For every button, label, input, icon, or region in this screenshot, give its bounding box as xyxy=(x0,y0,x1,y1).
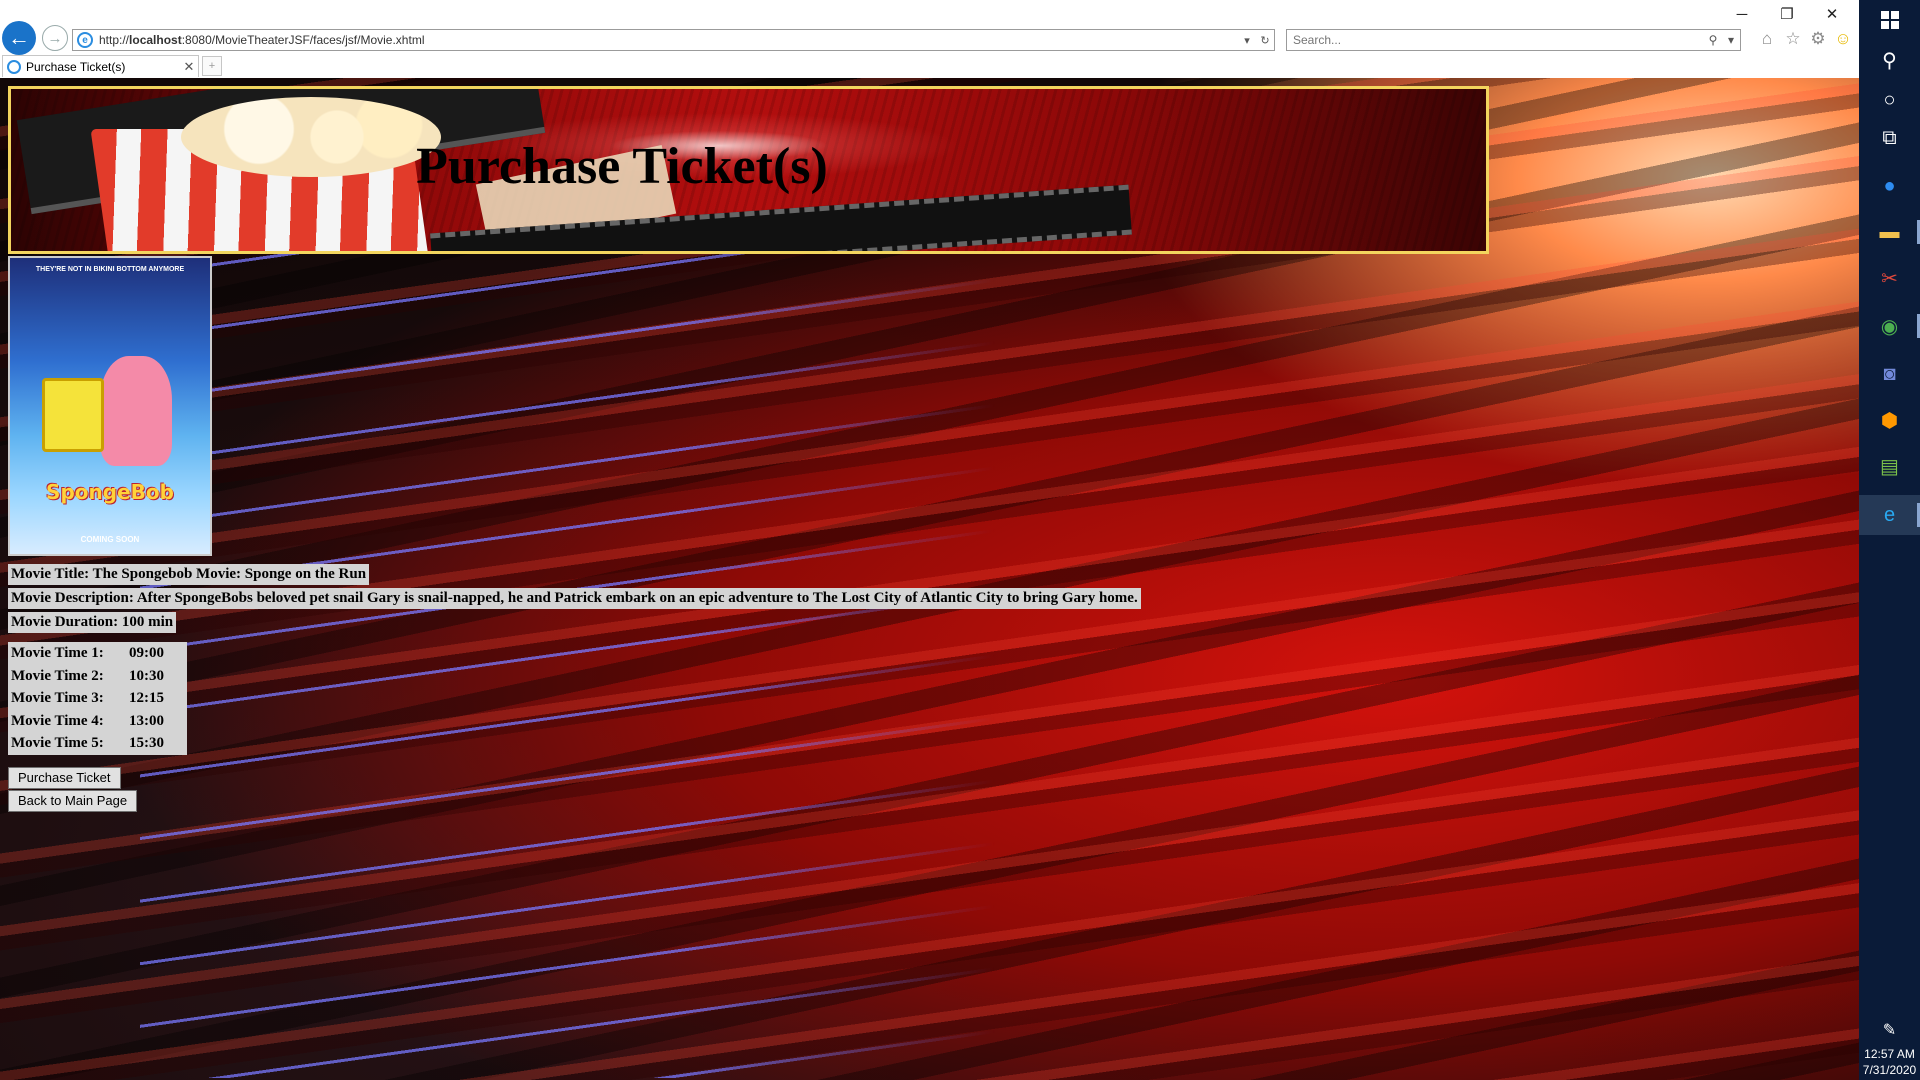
header-banner: Purchase Ticket(s) xyxy=(8,86,1489,254)
search-icon[interactable]: ⚲ xyxy=(1704,33,1722,47)
system-clock[interactable]: 12:57 AM 7/31/2020 xyxy=(1859,1046,1920,1078)
movie-time-row: Movie Time 5: 15:30 xyxy=(11,735,164,751)
poster-tagline: THEY'RE NOT IN BIKINI BOTTOM ANYMORE xyxy=(35,266,185,273)
chrome-icon[interactable]: ◉ xyxy=(1859,306,1920,346)
internet-explorer-icon[interactable]: e xyxy=(1859,495,1920,535)
movie-poster: THEY'RE NOT IN BIKINI BOTTOM ANYMORE Spo… xyxy=(8,256,212,556)
snip-tool-icon[interactable]: ✂ xyxy=(1859,258,1920,298)
new-tab-button[interactable]: + xyxy=(202,56,222,76)
tab-title: Purchase Ticket(s) xyxy=(26,59,126,74)
ie-favicon-icon: e xyxy=(77,32,93,48)
page-title: Purchase Ticket(s) xyxy=(416,138,828,195)
movie-time-row: Movie Time 4: 13:00 xyxy=(11,712,164,729)
windows-taskbar: ⚲ ○ ⧉ ● ▬ ✂ ◉ ◙ ⬢ ▤ e ✎ 12:57 AM 7/31/20… xyxy=(1859,0,1920,1080)
poster-logo: SpongeBob xyxy=(46,480,174,504)
forward-button[interactable]: → xyxy=(42,25,68,51)
movie-title-label: Movie Title: xyxy=(11,566,90,582)
close-window-button[interactable]: ✕ xyxy=(1812,4,1852,26)
arrow-left-icon: ← xyxy=(8,25,30,50)
close-tab-icon[interactable]: ✕ xyxy=(180,59,198,75)
back-button[interactable]: ← xyxy=(2,21,36,55)
app-cube-icon[interactable]: ⬢ xyxy=(1859,400,1920,440)
ie-favicon-icon xyxy=(7,59,21,74)
page-viewport: Purchase Ticket(s) THEY'RE NOT IN BIKINI… xyxy=(0,78,1859,1080)
search-dropdown-icon[interactable]: ▾ xyxy=(1722,33,1740,47)
notepad-icon[interactable]: ▤ xyxy=(1859,446,1920,486)
address-url: http://localhost:8080/MovieTheaterJSF/fa… xyxy=(99,33,425,47)
movie-time-row: Movie Time 3: 12:15 xyxy=(11,690,164,706)
search-icon[interactable]: ⚲ xyxy=(1859,40,1920,80)
poster-spongebob-graphic xyxy=(42,378,104,452)
movie-time-row: Movie Time 2: 10:30 xyxy=(11,667,164,684)
favorites-star-icon[interactable]: ☆ xyxy=(1783,29,1803,49)
task-view-icon[interactable]: ⧉ xyxy=(1859,118,1920,158)
feedback-smiley-icon[interactable]: ☺ xyxy=(1833,29,1853,49)
background-stair-lights xyxy=(140,218,1040,1078)
refresh-icon[interactable]: ↻ xyxy=(1256,34,1274,47)
dropdown-arrow-icon[interactable]: ▾ xyxy=(1238,34,1256,47)
cortana-icon[interactable]: ○ xyxy=(1859,80,1920,120)
search-input[interactable] xyxy=(1293,33,1704,47)
purchase-ticket-button[interactable]: Purchase Ticket xyxy=(8,767,121,789)
file-explorer-icon[interactable]: ▬ xyxy=(1859,212,1920,252)
pen-workspace-icon[interactable]: ✎ xyxy=(1859,1020,1920,1040)
address-bar[interactable]: e http://localhost:8080/MovieTheaterJSF/… xyxy=(72,29,1275,51)
home-icon[interactable]: ⌂ xyxy=(1757,29,1777,49)
movie-description-row: Movie Description: After SpongeBobs belo… xyxy=(8,588,1141,609)
clock-date: 7/31/2020 xyxy=(1862,1063,1917,1077)
arrow-right-icon: → xyxy=(47,29,63,47)
windows-logo-icon xyxy=(1880,11,1899,29)
movie-description-value: After SpongeBobs beloved pet snail Gary … xyxy=(136,590,1138,606)
movie-times-list: Movie Time 1: 09:00 Movie Time 2: 10:30 Mo… xyxy=(8,642,187,755)
back-to-main-page-button[interactable]: Back to Main Page xyxy=(8,790,138,812)
start-button[interactable] xyxy=(1859,0,1920,40)
movie-duration-row: Movie Duration: 100 min xyxy=(8,612,177,633)
movie-duration-label: Movie Duration: xyxy=(11,614,119,630)
settings-gear-icon[interactable]: ⚙ xyxy=(1808,29,1828,49)
movie-duration-value: 100 min xyxy=(121,614,174,630)
minimize-button[interactable]: ─ xyxy=(1722,4,1762,26)
restore-button[interactable]: ❐ xyxy=(1767,4,1807,26)
tab-purchase-tickets[interactable]: Purchase Ticket(s) ✕ xyxy=(2,55,199,77)
discord-icon[interactable]: ◙ xyxy=(1859,354,1920,394)
browser-chrome: ← → e http://localhost:8080/MovieTheater… xyxy=(0,0,1859,78)
movie-title-value: The Spongebob Movie: Sponge on the Run xyxy=(92,566,367,582)
poster-coming-soon: COMING SOON xyxy=(80,535,140,544)
poster-patrick-graphic xyxy=(100,356,172,466)
movie-time-row: Movie Time 1: 09:00 xyxy=(11,645,164,661)
movie-title-row: Movie Title: The Spongebob Movie: Sponge… xyxy=(8,564,370,585)
clock-time: 12:57 AM xyxy=(1864,1047,1915,1061)
movie-description-label: Movie Description: xyxy=(11,590,134,606)
search-box[interactable]: ⚲ ▾ xyxy=(1286,29,1741,51)
maps-icon[interactable]: ● xyxy=(1859,166,1920,206)
